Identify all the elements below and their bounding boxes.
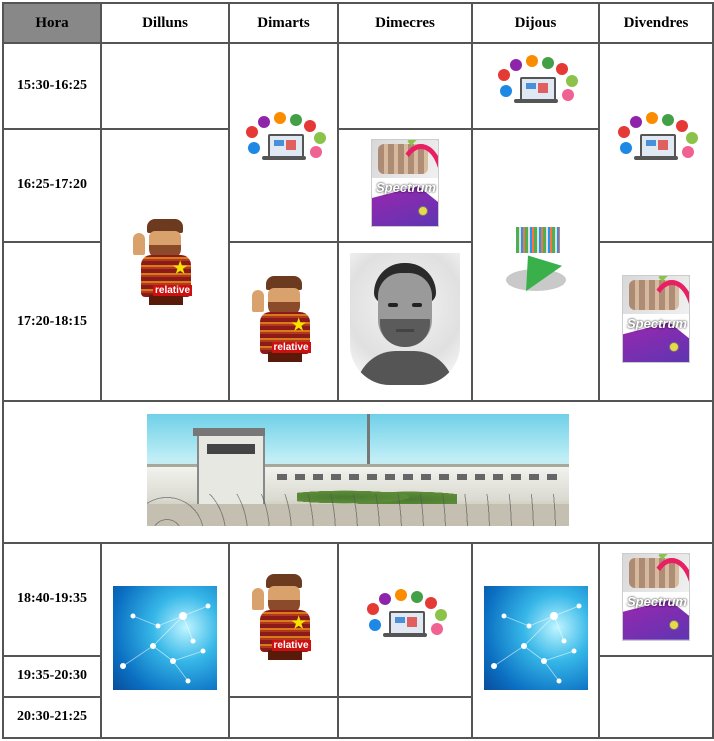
- cell-dilluns-4: [101, 542, 229, 738]
- spectrum-book-image: Spectrum: [371, 138, 439, 227]
- apps-laptop-image: [614, 112, 698, 168]
- cell-dimarts-4: ★ relative: [229, 542, 338, 697]
- time-slot-2: 16:25-17:20: [3, 128, 101, 243]
- cell-dimecres-2: Spectrum: [338, 128, 472, 243]
- cop-cartoon-image: ★ relative: [133, 219, 197, 306]
- time-slot-3: 17:20-18:15: [3, 242, 101, 402]
- cell-dimarts-6: [229, 696, 338, 738]
- cell-dijous-4: [472, 542, 599, 738]
- cell-dimecres-6: [338, 696, 472, 738]
- time-slot-1: 15:30-16:25: [3, 43, 101, 129]
- cell-dimecres-4: [338, 542, 472, 697]
- apps-laptop-image: [363, 589, 447, 645]
- header-hora: Hora: [3, 3, 101, 44]
- cop-cartoon-image: ★ relative: [251, 574, 316, 661]
- apps-laptop-image: [494, 55, 578, 111]
- time-slot-4: 18:40-19:35: [3, 542, 101, 656]
- cell-divendres-3: Spectrum: [599, 242, 713, 402]
- schedule-page: Hora Dilluns Dimarts Dimecres Dijous Div…: [0, 0, 714, 741]
- apps-laptop-image: [242, 112, 326, 168]
- teacher-portrait-image: [350, 253, 460, 386]
- cell-dilluns-1: [101, 43, 229, 129]
- cell-dimecres-3: [338, 242, 472, 402]
- header-day-dilluns: Dilluns: [101, 3, 229, 44]
- time-slot-6: 20:30-21:25: [3, 696, 101, 738]
- cell-dimarts-1: [229, 43, 338, 243]
- network-image: [113, 585, 217, 690]
- break-banner-cell: [3, 401, 713, 543]
- cop-cartoon-image: ★ relative: [251, 276, 316, 363]
- header-day-dimecres: Dimecres: [338, 3, 472, 44]
- flag-graphic-image: [504, 227, 568, 297]
- cell-divendres-4: Spectrum: [599, 542, 713, 656]
- header-day-dijous: Dijous: [472, 3, 599, 44]
- spectrum-book-image: Spectrum: [622, 552, 690, 641]
- cell-dijous-2: [472, 128, 599, 402]
- cell-dijous-1: [472, 43, 599, 129]
- cell-divendres-1: [599, 43, 713, 243]
- timetable: Hora Dilluns Dimarts Dimecres Dijous Div…: [2, 2, 714, 739]
- cell-dimarts-3: ★ relative: [229, 242, 338, 402]
- network-image: [483, 585, 588, 690]
- cell-divendres-5: [599, 655, 713, 738]
- header-day-dimarts: Dimarts: [229, 3, 338, 44]
- cell-dimecres-1: [338, 43, 472, 129]
- prison-photo-image: [147, 413, 569, 526]
- cell-dilluns-2: ★ relative: [101, 128, 229, 402]
- header-day-divendres: Divendres: [599, 3, 713, 44]
- time-slot-5: 19:35-20:30: [3, 655, 101, 697]
- spectrum-book-image: Spectrum: [622, 275, 690, 364]
